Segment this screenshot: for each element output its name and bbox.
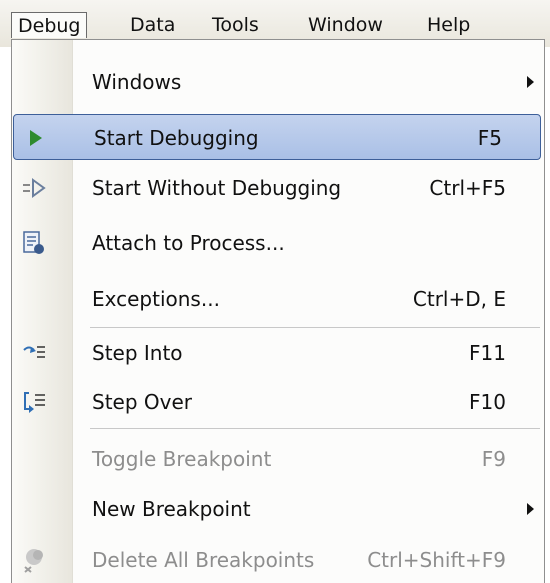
menu-item-step-over[interactable]: Step Over F10 [12, 379, 544, 425]
menu-item-toggle-breakpoint[interactable]: Toggle Breakpoint F9 [12, 436, 544, 482]
menu-window[interactable]: Window [302, 12, 389, 38]
menu-item-label: Windows [92, 70, 182, 94]
menu-item-label: Step Into [92, 341, 183, 365]
menu-item-shortcut: F10 [469, 390, 506, 414]
menu-item-label: Toggle Breakpoint [92, 447, 272, 471]
menu-item-label: Step Over [92, 390, 192, 414]
step-into-icon [20, 340, 48, 366]
submenu-arrow-icon [527, 76, 534, 88]
menu-item-shortcut: Ctrl+Shift+F9 [367, 548, 506, 572]
menu-item-windows[interactable]: Windows [12, 59, 544, 105]
menu-item-start-debugging[interactable]: Start Debugging F5 [13, 114, 541, 160]
menu-item-start-without-debugging[interactable]: Start Without Debugging Ctrl+F5 [12, 165, 544, 211]
menu-help[interactable]: Help [421, 12, 476, 38]
menu-separator [90, 327, 540, 328]
menu-item-new-breakpoint[interactable]: New Breakpoint [12, 486, 544, 532]
submenu-arrow-icon [527, 503, 534, 515]
menu-item-label: Start Without Debugging [92, 176, 342, 200]
menu-separator [90, 428, 540, 429]
menu-item-delete-all-breakpoints[interactable]: Delete All Breakpoints Ctrl+Shift+F9 [12, 537, 544, 583]
attach-process-icon [20, 230, 48, 256]
menu-item-exceptions[interactable]: Exceptions... Ctrl+D, E [12, 276, 544, 322]
start-without-debugging-icon [20, 175, 48, 201]
menu-debug[interactable]: Debug [11, 12, 88, 38]
menu-item-shortcut: Ctrl+D, E [412, 287, 506, 311]
menu-item-label: Delete All Breakpoints [92, 548, 315, 572]
menu-item-attach-to-process[interactable]: Attach to Process... [12, 220, 544, 266]
menu-data[interactable]: Data [124, 12, 181, 38]
menu-item-label: Exceptions... [92, 287, 220, 311]
menu-item-label: Attach to Process... [92, 231, 285, 255]
menu-item-label: New Breakpoint [92, 497, 251, 521]
step-over-icon [20, 389, 48, 415]
menu-item-shortcut: F5 [477, 126, 502, 150]
menu-item-shortcut: F9 [481, 447, 506, 471]
delete-breakpoints-icon [20, 547, 48, 573]
menu-tools[interactable]: Tools [206, 12, 265, 38]
play-icon [22, 125, 50, 151]
menu-item-step-into[interactable]: Step Into F11 [12, 330, 544, 376]
menu-item-shortcut: Ctrl+F5 [429, 176, 506, 200]
menu-item-shortcut: F11 [469, 341, 506, 365]
debug-dropdown-menu: Windows Start Debugging F5 Start Without… [11, 39, 545, 583]
menu-item-label: Start Debugging [94, 126, 259, 150]
